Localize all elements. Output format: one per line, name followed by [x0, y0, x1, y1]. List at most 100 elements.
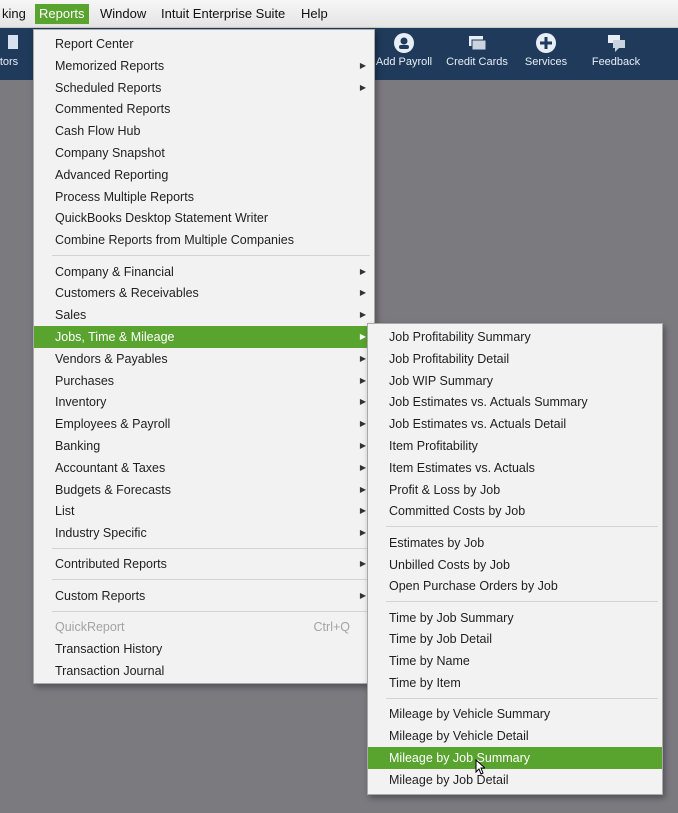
- menu-item-memorized-reports[interactable]: Memorized Reports ▶: [34, 55, 374, 77]
- menu-item-unbilled-costs-by-job[interactable]: Unbilled Costs by Job: [368, 554, 662, 576]
- menu-item-jobs-time-and-mileage[interactable]: Jobs, Time & Mileage ▶: [34, 325, 374, 348]
- menu-item-label: Customers & Receivables: [55, 286, 199, 301]
- menu-item-job-estimates-vs-actuals-detail[interactable]: Job Estimates vs. Actuals Detail: [368, 413, 662, 435]
- menu-item-label: Unbilled Costs by Job: [389, 557, 510, 572]
- menu-item-label: Commented Reports: [55, 102, 171, 117]
- menu-item-label: Mileage by Vehicle Detail: [389, 729, 529, 744]
- menu-item-label: Banking: [55, 438, 101, 453]
- submenu-arrow-icon: ▶: [359, 310, 366, 320]
- menu-item-commented-reports[interactable]: Commented Reports: [34, 98, 374, 120]
- menu-item-employees-and-payroll[interactable]: Employees & Payroll ▶: [34, 413, 374, 435]
- menu-item-time-by-name[interactable]: Time by Name: [368, 650, 662, 672]
- submenu-arrow-icon: ▶: [359, 288, 366, 298]
- menu-item-label: Job Estimates vs. Actuals Summary: [389, 395, 588, 410]
- menu-item-label: Sales: [55, 308, 87, 323]
- menu-item-label: List: [55, 504, 75, 519]
- menu-item-mileage-by-job-detail[interactable]: Mileage by Job Detail: [368, 769, 662, 791]
- menu-item-report-center[interactable]: Report Center: [34, 33, 374, 55]
- menu-item-job-estimates-vs-actuals-summary[interactable]: Job Estimates vs. Actuals Summary: [368, 391, 662, 413]
- menu-item-banking[interactable]: Banking ▶: [34, 435, 374, 457]
- menu-item-label: Contributed Reports: [55, 557, 167, 572]
- menu-item-label: Item Estimates vs. Actuals: [389, 460, 535, 475]
- menu-item-time-by-job-summary[interactable]: Time by Job Summary: [368, 607, 662, 629]
- menu-item-item-profitability[interactable]: Item Profitability: [368, 435, 662, 457]
- menu-item-scheduled-reports[interactable]: Scheduled Reports ▶: [34, 77, 374, 99]
- menu-item-label: Job Estimates vs. Actuals Detail: [389, 417, 567, 432]
- menu-intuit-enterprise-suite[interactable]: Intuit Enterprise Suite: [157, 4, 289, 24]
- menu-item-company-snapshot[interactable]: Company Snapshot: [34, 142, 374, 164]
- submenu-arrow-icon: ▶: [359, 559, 366, 569]
- menu-item-company-and-financial[interactable]: Company & Financial ▶: [34, 261, 374, 283]
- menu-item-inventory[interactable]: Inventory ▶: [34, 391, 374, 413]
- menu-item-shortcut: Ctrl+Q: [313, 620, 350, 634]
- menu-item-mileage-by-vehicle-detail[interactable]: Mileage by Vehicle Detail: [368, 725, 662, 747]
- menu-item-transaction-journal[interactable]: Transaction Journal: [34, 660, 374, 682]
- menu-item-label: Profit & Loss by Job: [389, 482, 501, 497]
- menu-item-customers-and-receivables[interactable]: Customers & Receivables ▶: [34, 282, 374, 304]
- menu-item-sales[interactable]: Sales ▶: [34, 304, 374, 326]
- menu-item-label: QuickBooks Desktop Statement Writer: [55, 211, 269, 226]
- menu-item-mileage-by-vehicle-summary[interactable]: Mileage by Vehicle Summary: [368, 703, 662, 725]
- menu-item-contributed-reports[interactable]: Contributed Reports ▶: [34, 553, 374, 575]
- menu-item-combine-reports-from-multiple-companies[interactable]: Combine Reports from Multiple Companies: [34, 229, 374, 251]
- menu-item-process-multiple-reports[interactable]: Process Multiple Reports: [34, 186, 374, 208]
- menu-item-item-estimates-vs-actuals[interactable]: Item Estimates vs. Actuals: [368, 457, 662, 479]
- menu-item-label: Mileage by Job Summary: [389, 750, 531, 765]
- menu-item-label: Job Profitability Summary: [389, 330, 531, 344]
- menu-item-label: Combine Reports from Multiple Companies: [55, 233, 294, 248]
- menu-item-profit-and-loss-by-job[interactable]: Profit & Loss by Job: [368, 479, 662, 501]
- toolbar-credit-cards[interactable]: Credit Cards: [442, 32, 512, 76]
- menu-separator: [386, 601, 658, 603]
- menu-separator: [386, 526, 658, 528]
- menu-item-accountant-and-taxes[interactable]: Accountant & Taxes ▶: [34, 457, 374, 479]
- menu-item-time-by-item[interactable]: Time by Item: [368, 672, 662, 694]
- menu-help[interactable]: Help: [297, 4, 332, 24]
- menu-item-vendors-and-payables[interactable]: Vendors & Payables ▶: [34, 348, 374, 370]
- menu-item-job-profitability-detail[interactable]: Job Profitability Detail: [368, 348, 662, 370]
- menu-item-label: Transaction History: [55, 641, 163, 656]
- menu-item-quickbooks-desktop-statement-writer[interactable]: QuickBooks Desktop Statement Writer: [34, 207, 374, 229]
- menu-item-budgets-and-forecasts[interactable]: Budgets & Forecasts ▶: [34, 479, 374, 501]
- menu-banking[interactable]: king: [0, 4, 30, 24]
- submenu-arrow-icon: ▶: [359, 397, 366, 407]
- menu-separator: [52, 579, 370, 581]
- vendors-icon: [8, 35, 18, 49]
- menu-item-label: Estimates by Job: [389, 535, 485, 550]
- menu-item-label: Company Snapshot: [55, 146, 165, 160]
- menu-item-industry-specific[interactable]: Industry Specific ▶: [34, 522, 374, 544]
- menu-item-label: Purchases: [55, 373, 115, 388]
- menu-item-label: Time by Name: [389, 654, 470, 669]
- menu-item-custom-reports[interactable]: Custom Reports ▶: [34, 585, 374, 607]
- submenu-arrow-icon: ▶: [359, 82, 366, 92]
- menu-item-advanced-reporting[interactable]: Advanced Reporting: [34, 164, 374, 186]
- jobs-time-mileage-submenu: Job Profitability Summary Job Profitabili…: [367, 323, 663, 795]
- toolbar-vendors[interactable]: tors: [0, 32, 24, 76]
- toolbar-add-payroll[interactable]: Add Payroll: [372, 32, 436, 76]
- menu-window[interactable]: Window: [96, 4, 150, 24]
- menu-item-label: Vendors & Payables: [55, 351, 168, 366]
- menu-item-job-profitability-summary[interactable]: Job Profitability Summary: [368, 326, 662, 348]
- credit-card-icon: [469, 36, 487, 51]
- menu-item-label: Custom Reports: [55, 588, 146, 603]
- menu-item-label: Advanced Reporting: [55, 167, 169, 182]
- menu-item-transaction-history[interactable]: Transaction History: [34, 638, 374, 660]
- submenu-arrow-icon: ▶: [359, 506, 366, 516]
- menu-item-open-purchase-orders-by-job[interactable]: Open Purchase Orders by Job: [368, 575, 662, 597]
- menu-item-label: Mileage by Vehicle Summary: [389, 707, 551, 722]
- menu-item-label: Scheduled Reports: [55, 80, 162, 95]
- menu-item-purchases[interactable]: Purchases ▶: [34, 370, 374, 392]
- toolbar-feedback[interactable]: Feedback: [586, 32, 646, 76]
- toolbar-services[interactable]: Services: [518, 32, 574, 76]
- menu-bar: king Reports Window Intuit Enterprise Su…: [0, 0, 678, 28]
- menu-item-label: Open Purchase Orders by Job: [389, 579, 558, 594]
- reports-menu: Report Center Memorized Reports ▶ Scheduled…: [33, 29, 375, 684]
- menu-item-job-wip-summary[interactable]: Job WIP Summary: [368, 370, 662, 392]
- menu-item-list[interactable]: List ▶: [34, 500, 374, 522]
- menu-reports[interactable]: Reports: [35, 4, 89, 24]
- menu-item-cash-flow-hub[interactable]: Cash Flow Hub: [34, 120, 374, 142]
- menu-item-committed-costs-by-job[interactable]: Committed Costs by Job: [368, 500, 662, 522]
- menu-item-mileage-by-job-summary[interactable]: Mileage by Job Summary: [368, 746, 662, 769]
- menu-item-time-by-job-detail[interactable]: Time by Job Detail: [368, 628, 662, 650]
- menu-item-estimates-by-job[interactable]: Estimates by Job: [368, 532, 662, 554]
- menu-item-label: Accountant & Taxes: [55, 460, 166, 475]
